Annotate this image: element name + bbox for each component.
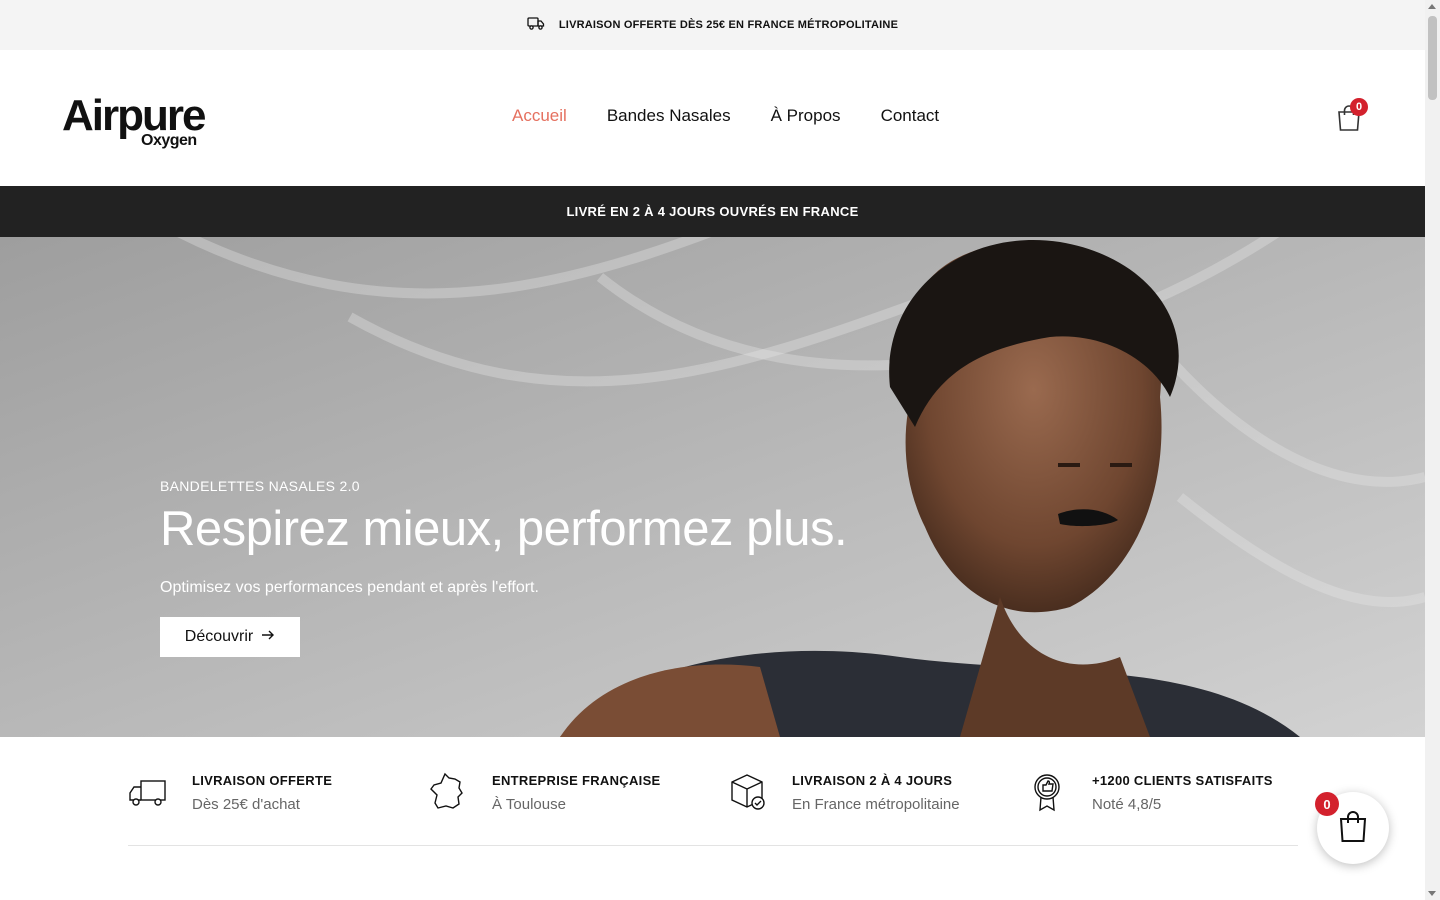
- nav-item-a-propos[interactable]: À Propos: [771, 106, 841, 126]
- delivery-announcement-bar: LIVRÉ EN 2 À 4 JOURS OUVRÉS EN FRANCE: [0, 186, 1425, 237]
- shopping-bag-icon: [1338, 809, 1368, 848]
- feature-subtitle: À Toulouse: [492, 796, 566, 813]
- hero-subtitle: Optimisez vos performances pendant et ap…: [160, 579, 539, 596]
- award-thumbs-up-icon: [1028, 772, 1068, 812]
- truck-icon: [527, 16, 545, 35]
- nav-item-accueil[interactable]: Accueil: [512, 106, 567, 126]
- hero-title: Respirez mieux, performez plus.: [160, 502, 848, 556]
- floating-cart-button[interactable]: 0: [1315, 792, 1389, 864]
- promo-text: LIVRAISON OFFERTE DÈS 25€ EN FRANCE MÉTR…: [558, 19, 899, 31]
- feature-title: LIVRAISON 2 À 4 JOURS: [792, 773, 953, 788]
- delivery-truck-icon: [128, 772, 168, 812]
- feature-subtitle: En France métropolitaine: [792, 796, 960, 813]
- feature-strip: LIVRAISON OFFERTE Dès 25€ d'achat ENTREP…: [128, 772, 1298, 846]
- header-cart-button[interactable]: 0: [1336, 98, 1372, 136]
- main-nav: Accueil Bandes Nasales À Propos Contact: [512, 106, 939, 126]
- hero-banner: BANDELETTES NASALES 2.0 Respirez mieux, …: [0, 237, 1425, 737]
- feature-french-company: ENTREPRISE FRANÇAISE À Toulouse: [428, 772, 661, 813]
- feature-delivery-time: LIVRAISON 2 À 4 JOURS En France métropol…: [728, 772, 960, 813]
- hero-kicker: BANDELETTES NASALES 2.0: [160, 478, 360, 494]
- france-map-icon: [428, 772, 468, 812]
- scroll-down-arrow-icon[interactable]: [1428, 891, 1436, 896]
- feature-satisfied-clients: +1200 CLIENTS SATISFAITS Noté 4,8/5: [1028, 772, 1273, 813]
- shopping-bag-icon: [1336, 105, 1362, 136]
- logo-subtitle: Oxygen: [141, 132, 197, 149]
- nav-item-bandes-nasales[interactable]: Bandes Nasales: [607, 106, 731, 126]
- feature-subtitle: Noté 4,8/5: [1092, 796, 1162, 813]
- feature-subtitle: Dès 25€ d'achat: [192, 796, 300, 813]
- floating-cart-count-badge: 0: [1315, 792, 1339, 816]
- package-check-icon: [728, 772, 768, 812]
- scroll-up-arrow-icon[interactable]: [1428, 4, 1436, 9]
- discover-label: Découvrir: [184, 628, 254, 645]
- arrow-right-icon: [261, 628, 275, 646]
- cart-count-badge: 0: [1350, 98, 1368, 116]
- feature-title: +1200 CLIENTS SATISFAITS: [1092, 773, 1273, 788]
- scrollbar-thumb[interactable]: [1428, 16, 1437, 100]
- discover-button[interactable]: Découvrir: [160, 617, 300, 657]
- announcement-text: LIVRÉ EN 2 À 4 JOURS OUVRÉS EN FRANCE: [566, 204, 859, 219]
- nav-item-contact[interactable]: Contact: [881, 106, 940, 126]
- site-header: Airpure Oxygen Accueil Bandes Nasales À …: [0, 50, 1425, 186]
- feature-title: ENTREPRISE FRANÇAISE: [492, 773, 661, 788]
- brand-logo[interactable]: Airpure Oxygen: [62, 94, 212, 154]
- top-promo-bar: LIVRAISON OFFERTE DÈS 25€ EN FRANCE MÉTR…: [0, 0, 1425, 50]
- feature-free-delivery: LIVRAISON OFFERTE Dès 25€ d'achat: [128, 772, 332, 813]
- page-scrollbar[interactable]: [1425, 0, 1440, 900]
- feature-title: LIVRAISON OFFERTE: [192, 773, 333, 788]
